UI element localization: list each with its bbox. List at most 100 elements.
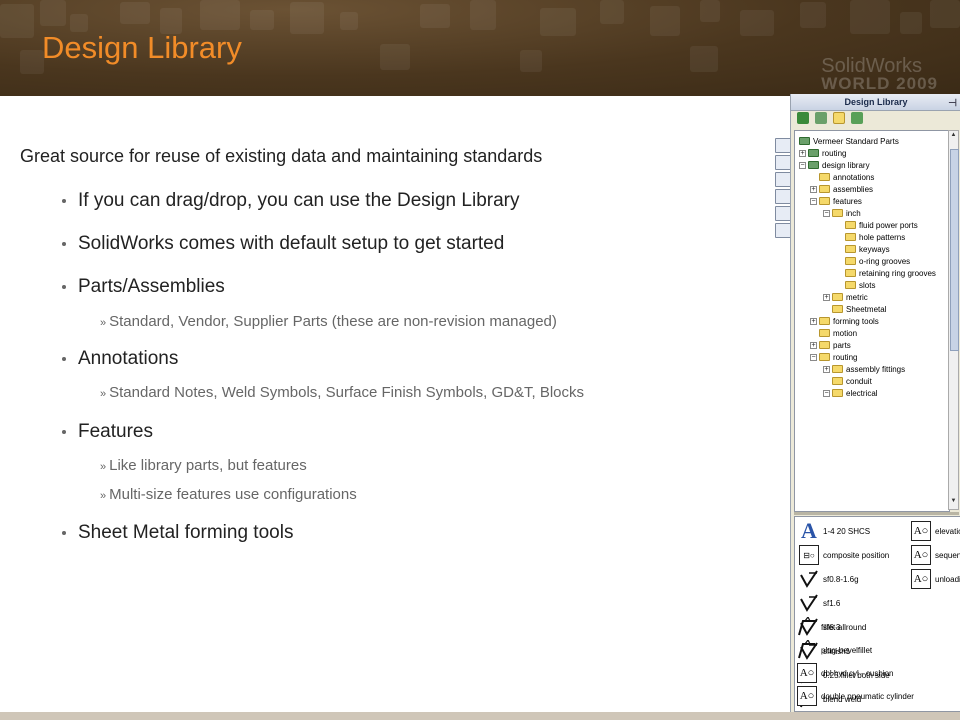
raquo-icon: » — [100, 388, 107, 400]
custom-tab-icon[interactable] — [775, 223, 791, 238]
block-icon: A○ — [797, 663, 817, 683]
decor-tile — [740, 10, 774, 36]
library-item[interactable]: sf1.6 — [799, 593, 840, 613]
tree-item[interactable]: + metric — [823, 291, 868, 303]
tree-item[interactable]: o-ring grooves — [845, 255, 910, 267]
explorer-tab-icon[interactable] — [775, 189, 791, 204]
appearance-tab-icon[interactable] — [775, 206, 791, 221]
tree-item[interactable]: + routing — [799, 147, 846, 159]
expand-icon[interactable]: + — [810, 317, 817, 325]
library-tab-icon[interactable] — [775, 155, 791, 170]
block-icon: A○ — [911, 521, 931, 541]
library-item[interactable]: A○ sequen — [911, 545, 960, 565]
expand-icon[interactable]: + — [810, 341, 817, 349]
scroll-up-icon[interactable]: ▲ — [949, 132, 958, 142]
composite-position-icon: ⊟○ — [799, 545, 819, 565]
raquo-icon: » — [100, 461, 107, 473]
tree-item[interactable]: slots — [845, 279, 875, 291]
decor-tile — [850, 0, 890, 34]
pin-icon[interactable]: ⊣ — [948, 96, 957, 112]
folder-icon — [845, 233, 856, 241]
collapse-icon[interactable]: − — [810, 353, 817, 361]
tree-item[interactable]: keyways — [845, 243, 890, 255]
folder-tab-icon[interactable] — [775, 172, 791, 187]
library-tree: Vermeer Standard Parts + routing − design … — [794, 130, 950, 512]
bullet-dot-icon — [62, 531, 66, 535]
collapse-icon[interactable]: − — [823, 209, 830, 217]
home-tab-icon[interactable] — [775, 138, 791, 153]
decor-tile — [700, 0, 720, 22]
bullet-item: Parts/Assemblies — [62, 276, 225, 298]
collapse-icon[interactable]: − — [823, 389, 830, 397]
folder-icon — [819, 185, 830, 193]
library-item[interactable]: plug-bevelfillet — [797, 640, 872, 660]
library-item[interactable]: A○ elevatio — [911, 521, 960, 541]
tree-item[interactable]: + assembly fittings — [823, 363, 905, 375]
scroll-down-icon[interactable]: ▼ — [949, 498, 958, 508]
decor-tile — [690, 46, 718, 72]
tree-item[interactable]: − design library — [799, 159, 870, 171]
tree-item[interactable]: retaining ring grooves — [845, 267, 936, 279]
slide-title: Design Library — [42, 30, 242, 65]
folder-icon — [819, 173, 830, 181]
tree-item[interactable]: + assemblies — [810, 183, 873, 195]
decor-tile — [250, 10, 274, 30]
library-item[interactable]: A○ unloadi — [911, 569, 960, 589]
tree-item[interactable]: conduit — [832, 375, 872, 387]
library-item[interactable]: ⊟○ composite position — [799, 545, 889, 565]
expand-icon[interactable]: + — [823, 365, 830, 373]
collapse-icon[interactable]: − — [810, 197, 817, 205]
surface-finish-icon — [799, 569, 819, 589]
raquo-icon: » — [100, 317, 107, 329]
sub-bullet-item: » Multi-size features use configurations — [100, 486, 357, 503]
expand-icon[interactable]: + — [799, 149, 806, 157]
solidworks-world-logo: SolidWorks WORLD 2009 — [821, 55, 938, 93]
bullet-dot-icon — [62, 242, 66, 246]
add-library-icon[interactable] — [797, 112, 809, 124]
library-icon[interactable] — [815, 112, 827, 124]
tree-item[interactable]: annotations — [819, 171, 874, 183]
bullet-item: If you can drag/drop, you can use the De… — [62, 190, 519, 212]
library-folder-icon — [808, 149, 819, 157]
folder-icon — [845, 257, 856, 265]
decor-tile — [600, 0, 624, 24]
tree-item[interactable]: fluid power ports — [845, 219, 918, 231]
refresh-icon[interactable] — [851, 112, 863, 124]
new-folder-icon[interactable] — [833, 112, 845, 124]
folder-icon — [832, 305, 843, 313]
tree-item[interactable]: Vermeer Standard Parts — [799, 135, 899, 147]
folder-icon — [832, 389, 843, 397]
tree-item[interactable]: − features — [810, 195, 862, 207]
decor-tile — [800, 2, 826, 28]
decor-tile — [650, 6, 680, 36]
bullet-item: SolidWorks comes with default setup to g… — [62, 233, 504, 255]
decor-tile — [200, 0, 240, 30]
folder-icon — [819, 353, 830, 361]
tree-item[interactable]: − electrical — [823, 387, 878, 399]
library-item[interactable]: sf0.8-1.6g — [799, 569, 859, 589]
folder-icon — [819, 329, 830, 337]
library-item[interactable]: A○ double pneumatic cylinder — [797, 686, 914, 706]
tree-scrollbar[interactable]: ▲ ▼ — [948, 130, 959, 510]
expand-icon[interactable]: + — [810, 185, 817, 193]
pane-splitter[interactable] — [794, 512, 959, 515]
tree-item[interactable]: hole patterns — [845, 231, 905, 243]
collapse-icon[interactable]: − — [799, 161, 806, 169]
tree-item[interactable]: + forming tools — [810, 315, 879, 327]
library-item[interactable]: A○ dbl hyd cyl - cushion — [797, 663, 893, 683]
decor-tile — [520, 50, 542, 72]
decor-tile — [900, 12, 922, 34]
library-item[interactable]: fillet-allround — [797, 617, 866, 637]
block-icon: A○ — [797, 686, 817, 706]
decor-tile — [470, 0, 496, 30]
folder-icon — [819, 317, 830, 325]
tree-item[interactable]: − inch — [823, 207, 861, 219]
tree-item[interactable]: − routing — [810, 351, 857, 363]
tree-item[interactable]: Sheetmetal — [832, 303, 886, 315]
library-item[interactable]: A 1-4 20 SHCS — [799, 518, 870, 543]
tree-item[interactable]: + parts — [810, 339, 851, 351]
scroll-thumb[interactable] — [950, 149, 959, 351]
expand-icon[interactable]: + — [823, 293, 830, 301]
bullet-dot-icon — [62, 357, 66, 361]
tree-item[interactable]: motion — [819, 327, 857, 339]
